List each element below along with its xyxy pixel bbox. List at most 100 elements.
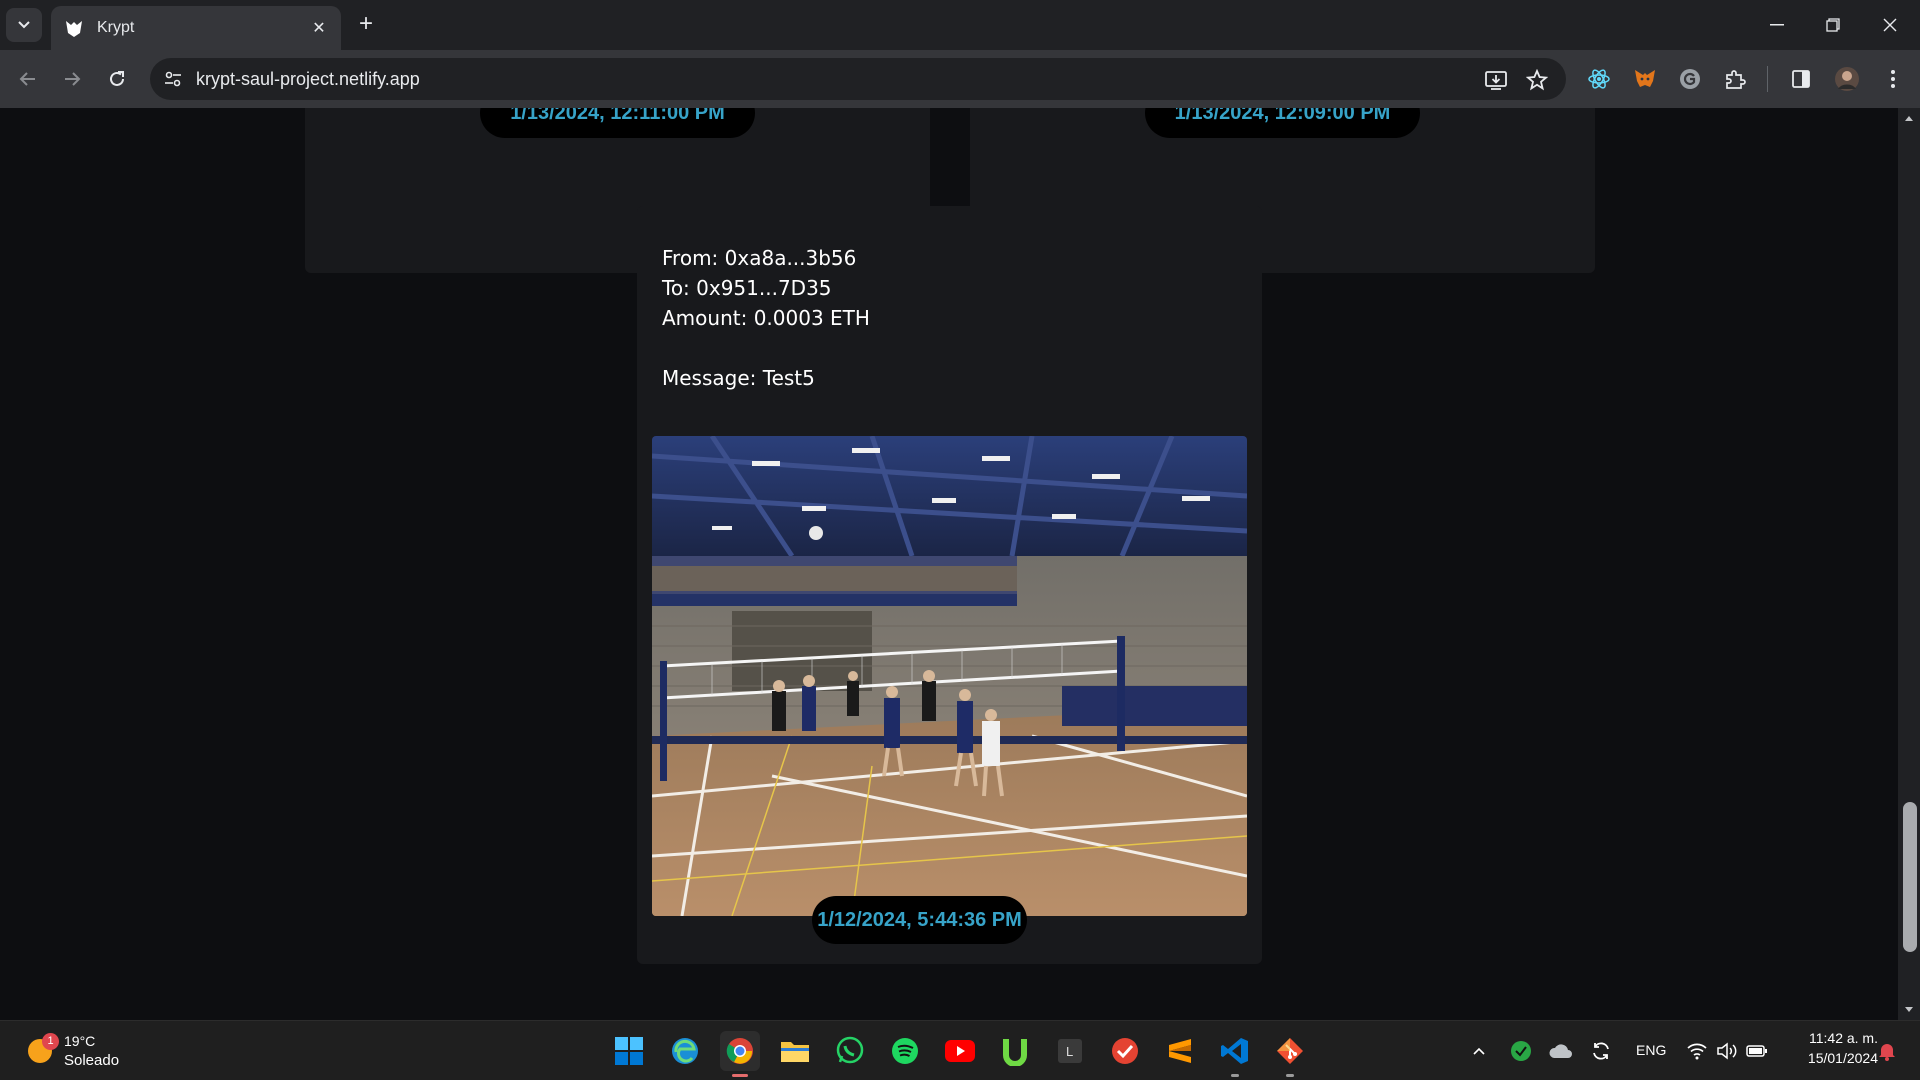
close-window-button[interactable] [1870,8,1910,42]
puzzle-icon [1726,70,1746,89]
tray-sync[interactable] [1584,1031,1618,1071]
taskbar-youtube[interactable] [940,1031,980,1071]
extensions-button[interactable] [1722,66,1748,92]
folder-icon [781,1042,809,1062]
avatar-icon [1835,67,1859,91]
taskbar-upwork[interactable] [995,1031,1035,1071]
chevron-up-icon [1473,1047,1485,1055]
weather-widget[interactable]: 1 19°C Soleado [14,1029,134,1073]
side-panel-icon [1792,70,1810,88]
taskbar-git[interactable] [1270,1031,1310,1077]
tab-search-button[interactable] [6,8,42,42]
address-bar[interactable]: krypt-saul-project.netlify.app [150,58,1566,100]
youtube-icon [945,1040,975,1062]
side-panel-button[interactable] [1788,66,1814,92]
arrow-right-icon [65,72,81,86]
reload-button[interactable] [102,64,132,94]
taskbar-spotify[interactable] [885,1031,925,1071]
scrollbar-thumb[interactable] [1903,802,1917,952]
l-app-icon: L [1058,1039,1082,1063]
amount-text: Amount: 0.0003 ETH [662,306,870,330]
metamask-icon[interactable] [1632,66,1658,92]
svg-text:L: L [1066,1044,1073,1059]
new-tab-button[interactable]: + [352,10,380,38]
chrome-icon [726,1038,753,1064]
grammarly-icon[interactable] [1677,66,1703,92]
timestamp-pill: 1/13/2024, 12:09:00 PM [1145,108,1420,138]
react-devtools-icon[interactable] [1586,66,1612,92]
tune-icon [165,71,181,87]
tray-battery[interactable] [1740,1031,1774,1071]
tray-volume[interactable] [1710,1031,1744,1071]
taskbar-edge[interactable] [665,1031,705,1071]
taskbar-file-explorer[interactable] [775,1031,815,1071]
krypt-favicon-icon [66,21,82,37]
taskbar-whatsapp[interactable] [830,1031,870,1071]
kebab-menu-icon [1891,70,1895,88]
browser-tab[interactable]: Krypt ✕ [51,6,341,50]
weather-temperature: 19°C [64,1033,96,1049]
tray-onedrive[interactable] [1544,1031,1578,1071]
taskbar-vscode[interactable] [1215,1031,1255,1077]
forward-button[interactable] [57,64,87,94]
speaker-icon [1717,1042,1737,1060]
cloud-icon [1549,1044,1572,1058]
install-app-button[interactable] [1482,66,1510,94]
scroll-down-icon[interactable] [1904,1006,1914,1014]
vscode-icon [1221,1038,1248,1064]
restore-button[interactable] [1813,8,1853,42]
active-app-indicator [732,1074,748,1077]
from-address: From: 0xa8a...3b56 [662,246,857,270]
whatsapp-icon [836,1036,864,1064]
notifications-button[interactable] [1870,1031,1904,1071]
edge-icon [672,1038,698,1064]
tab-title: Krypt [97,19,135,36]
close-tab-icon[interactable]: ✕ [309,18,329,38]
timestamp-pill: 1/13/2024, 12:11:00 PM [480,108,755,138]
tray-app-green[interactable] [1504,1031,1538,1071]
clock[interactable]: 11:42 a. m. 15/01/2024 [1782,1028,1878,1072]
url-text: krypt-saul-project.netlify.app [196,69,420,89]
volleyball-court-image [652,436,1247,916]
git-icon [1277,1038,1303,1064]
windows-taskbar: 1 19°C Soleado L ENG 11:42 a. m. 15/01/2… [0,1020,1920,1080]
taskbar-todoist[interactable] [1105,1031,1145,1071]
chrome-menu-button[interactable] [1880,66,1906,92]
weather-description: Soleado [64,1052,120,1069]
to-address: To: 0x951...7D35 [662,276,832,300]
scroll-up-icon[interactable] [1904,114,1914,122]
windows-icon [615,1037,643,1065]
timestamp-pill: 1/12/2024, 5:44:36 PM [812,896,1027,944]
restore-icon [1826,18,1840,32]
transaction-gif [652,436,1247,916]
bookmark-button[interactable] [1523,66,1551,94]
tray-wifi[interactable] [1680,1031,1714,1071]
taskbar-chrome[interactable] [720,1031,760,1077]
start-button[interactable] [609,1031,649,1071]
clock-date: 15/01/2024 [1807,1050,1878,1066]
install-icon [1485,71,1507,90]
sync-icon [1593,1042,1609,1060]
bell-icon [1879,1044,1895,1061]
site-info-button[interactable] [158,64,188,94]
profile-avatar[interactable] [1834,66,1860,92]
taskbar-sublime-text[interactable] [1160,1031,1200,1071]
back-button[interactable] [13,64,43,94]
page-scrollbar[interactable] [1898,108,1920,1020]
toolbar-divider [1767,66,1768,92]
close-icon [1883,18,1897,32]
show-hidden-icons-button[interactable] [1462,1031,1496,1071]
page-viewport: 1/13/2024, 12:11:00 PM 1/13/2024, 12:09:… [0,108,1920,1020]
spotify-icon [892,1038,918,1064]
minimize-button[interactable] [1757,8,1797,42]
language-indicator[interactable]: ENG [1636,1042,1666,1058]
transaction-card: From: 0xa8a...3b56 To: 0x951...7D35 Amou… [637,206,1262,964]
taskbar-l-app[interactable]: L [1050,1031,1090,1071]
running-app-indicator [1286,1074,1294,1077]
clock-time: 11:42 a. m. [1808,1030,1878,1046]
reload-icon [110,71,124,86]
sublime-text-icon [1169,1039,1191,1063]
checkmark-icon [1112,1038,1138,1064]
weather-badge: 1 [42,1033,59,1050]
running-app-indicator [1231,1074,1239,1077]
